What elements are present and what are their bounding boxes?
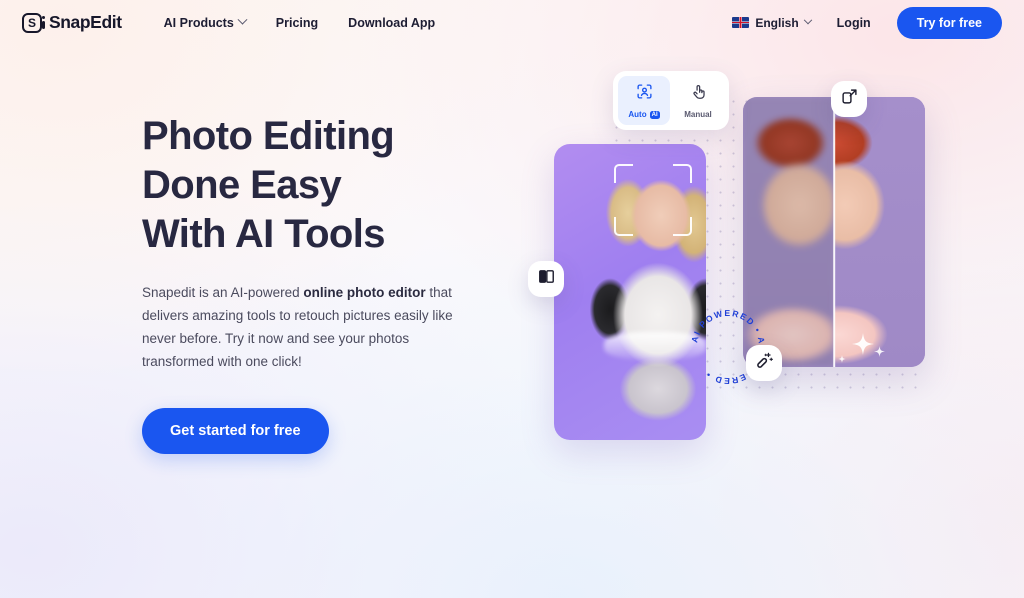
expand-arrow-icon xyxy=(841,88,858,110)
hero-illustration: AI POWERED • AI POWERED • xyxy=(500,50,970,450)
headline-line-3: With AI Tools xyxy=(142,212,386,256)
headline-line-1: Photo Editing xyxy=(142,114,395,158)
headline-line-2: Done Easy xyxy=(142,163,342,207)
logo-text: SnapEdit xyxy=(49,12,122,32)
try-for-free-button[interactable]: Try for free xyxy=(896,6,1002,39)
after-image xyxy=(834,97,925,367)
ai-badge: AI xyxy=(649,110,660,119)
chevron-down-icon xyxy=(237,14,248,25)
chevron-down-icon xyxy=(803,15,812,24)
magic-wand-icon xyxy=(755,351,774,375)
comparison-slider-divider[interactable] xyxy=(833,97,835,367)
face-detection-frame-icon xyxy=(614,164,692,236)
photo-card-comparison xyxy=(743,97,925,367)
page-title: Photo Editing Done Easy With AI Tools xyxy=(142,112,472,259)
hand-tap-icon xyxy=(690,83,707,105)
site-header: S SnapEdit AI Products Pricing Download … xyxy=(0,0,1024,45)
mode-label-text: Auto xyxy=(628,110,647,119)
description-part-1: Snapedit is an AI-powered xyxy=(142,285,304,300)
language-label: English xyxy=(755,15,799,30)
logo[interactable]: S SnapEdit xyxy=(22,12,122,33)
remove-background-chip[interactable] xyxy=(528,261,564,297)
mode-option-auto[interactable]: Auto AI xyxy=(618,76,670,125)
layers-icon xyxy=(538,268,555,290)
nav-label: Download App xyxy=(348,15,436,30)
nav-label: AI Products xyxy=(163,15,234,30)
login-link[interactable]: Login xyxy=(837,16,871,30)
nav-item-download-app[interactable]: Download App xyxy=(348,16,435,30)
mode-option-manual-label: Manual xyxy=(684,110,712,119)
mode-option-auto-label: Auto AI xyxy=(628,110,660,119)
uk-flag-icon xyxy=(732,17,750,28)
language-selector[interactable]: English xyxy=(732,15,812,30)
logo-dots-icon xyxy=(42,15,45,31)
hero-description: Snapedit is an AI-powered online photo e… xyxy=(142,281,454,373)
mode-toggle: Auto AI Manual xyxy=(613,71,729,130)
hero-text-block: Photo Editing Done Easy With AI Tools Sn… xyxy=(142,112,472,454)
face-detect-icon xyxy=(636,83,653,105)
nav-item-ai-products[interactable]: AI Products xyxy=(163,14,248,30)
main-nav: AI Products Pricing Download App xyxy=(163,14,435,30)
nav-item-pricing[interactable]: Pricing xyxy=(276,16,318,30)
logo-mark-icon: S xyxy=(22,12,45,33)
photo-card-cutout xyxy=(554,144,706,440)
mode-label-text: Manual xyxy=(684,110,712,119)
description-highlight: online photo editor xyxy=(303,285,426,300)
get-started-button[interactable]: Get started for free xyxy=(142,408,329,454)
header-actions: English Login Try for free xyxy=(732,6,1002,39)
mode-option-manual[interactable]: Manual xyxy=(672,76,724,125)
expand-image-chip[interactable] xyxy=(831,81,867,117)
magic-wand-chip[interactable] xyxy=(746,345,782,381)
nav-label: Pricing xyxy=(275,15,319,30)
logo-glyph: S xyxy=(27,15,36,30)
